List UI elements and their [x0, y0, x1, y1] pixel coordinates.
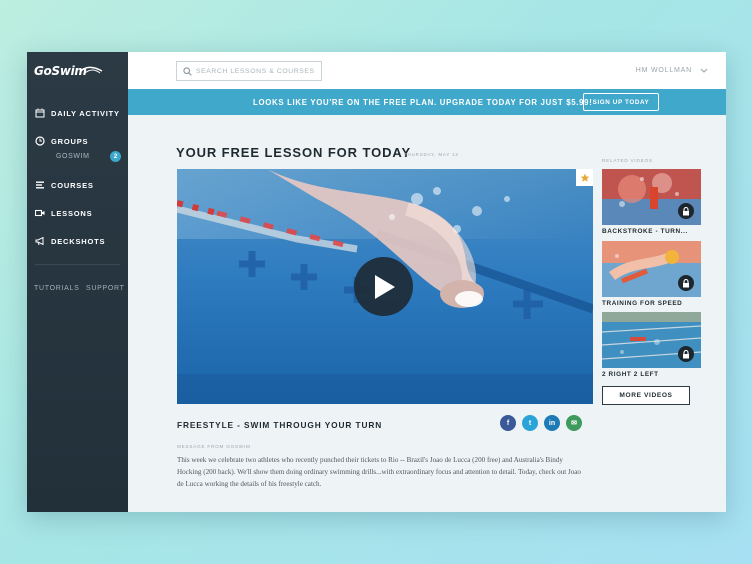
- email-share-button[interactable]: ✉: [566, 415, 582, 431]
- linkedin-icon: in: [548, 419, 556, 427]
- sidebar-item-lessons[interactable]: LESSONS: [35, 208, 92, 218]
- user-menu[interactable]: HM WOLLMAN: [636, 67, 708, 74]
- sidebar-item-label: COURSES: [51, 180, 94, 190]
- video-camera-icon: [35, 209, 45, 217]
- sidebar-item-label: LESSONS: [51, 208, 93, 218]
- search-icon: [183, 66, 192, 76]
- related-video-title[interactable]: BACKSTROKE - TURN...: [602, 228, 688, 235]
- related-video-thumbnail[interactable]: [602, 312, 701, 368]
- calendar-icon: [35, 108, 45, 118]
- sidebar-subitem-goswim[interactable]: GOSWIM: [56, 153, 90, 160]
- twitter-share-button[interactable]: t: [522, 415, 538, 431]
- more-videos-button[interactable]: MORE VIDEOS: [602, 386, 690, 405]
- sidebar-subitem-label: GOSWIM: [56, 153, 90, 160]
- logo-wave-icon: [79, 66, 103, 74]
- lock-icon: [678, 346, 694, 362]
- message-label: MESSAGE FROM GOSWIM: [177, 444, 251, 449]
- clock-icon: [35, 136, 45, 146]
- sidebar-item-daily-activity[interactable]: DAILY ACTIVITY: [35, 108, 120, 118]
- support-link[interactable]: SUPPORT: [86, 285, 125, 292]
- megaphone-icon: [35, 236, 44, 246]
- sign-up-button[interactable]: SIGN UP TODAY: [583, 93, 659, 111]
- related-video-thumbnail[interactable]: [602, 169, 701, 225]
- play-icon: [374, 274, 395, 299]
- chevron-down-icon: [700, 68, 708, 73]
- sidebar-item-label: DAILY ACTIVITY: [51, 108, 120, 118]
- facebook-icon: f: [506, 419, 510, 427]
- star-icon: [580, 173, 589, 182]
- message-body: This week we celebrate two athletes who …: [177, 456, 581, 488]
- user-name: HM WOLLMAN: [635, 67, 692, 74]
- main-content: HM WOLLMAN LOOKS LIKE YOU'RE ON THE FREE…: [128, 52, 726, 512]
- lock-icon: [678, 275, 694, 291]
- sidebar-divider: [35, 264, 120, 265]
- upgrade-banner: LOOKS LIKE YOU'RE ON THE FREE PLAN. UPGR…: [128, 89, 726, 115]
- app-window: GoSwim DAILY ACTIVITY GROUPS GOSWIM 2 CO…: [27, 52, 726, 512]
- sidebar-item-label: GROUPS: [51, 136, 89, 146]
- upgrade-banner-text: LOOKS LIKE YOU'RE ON THE FREE PLAN. UPGR…: [253, 98, 593, 107]
- favorite-button[interactable]: [576, 169, 593, 186]
- related-video-thumbnail[interactable]: [602, 241, 701, 297]
- email-icon: ✉: [571, 420, 577, 427]
- lock-icon: [678, 203, 694, 219]
- search-box[interactable]: [176, 61, 322, 81]
- play-button[interactable]: [354, 257, 413, 316]
- search-input[interactable]: [196, 67, 321, 75]
- sidebar-item-courses[interactable]: COURSES: [35, 180, 94, 190]
- page-title: YOUR FREE LESSON FOR TODAY: [176, 145, 412, 160]
- linkedin-share-button[interactable]: in: [544, 415, 560, 431]
- sidebar-item-deckshots[interactable]: DECKSHOTS: [35, 236, 105, 246]
- related-video-title[interactable]: TRAINING FOR SPEED: [602, 300, 682, 307]
- sidebar-item-label: DECKSHOTS: [51, 236, 106, 246]
- sidebar-item-groups[interactable]: GROUPS: [35, 136, 88, 146]
- top-bar: HM WOLLMAN: [128, 52, 726, 89]
- related-video-title[interactable]: 2 RIGHT 2 LEFT: [602, 371, 659, 378]
- facebook-share-button[interactable]: f: [500, 415, 516, 431]
- related-videos-label: RELATED VIDEOS: [602, 158, 653, 163]
- video-title: FREESTYLE - SWIM THROUGH YOUR TURN: [177, 420, 383, 430]
- twitter-icon: t: [528, 419, 532, 427]
- video-player[interactable]: [177, 169, 593, 404]
- lesson-date: THURSDAY, MAY 12: [404, 152, 459, 157]
- sidebar: GoSwim DAILY ACTIVITY GROUPS GOSWIM 2 CO…: [27, 52, 128, 512]
- tutorials-link[interactable]: TUTORIALS: [34, 285, 79, 292]
- group-count-badge: 2: [110, 151, 121, 162]
- list-icon: [36, 181, 44, 189]
